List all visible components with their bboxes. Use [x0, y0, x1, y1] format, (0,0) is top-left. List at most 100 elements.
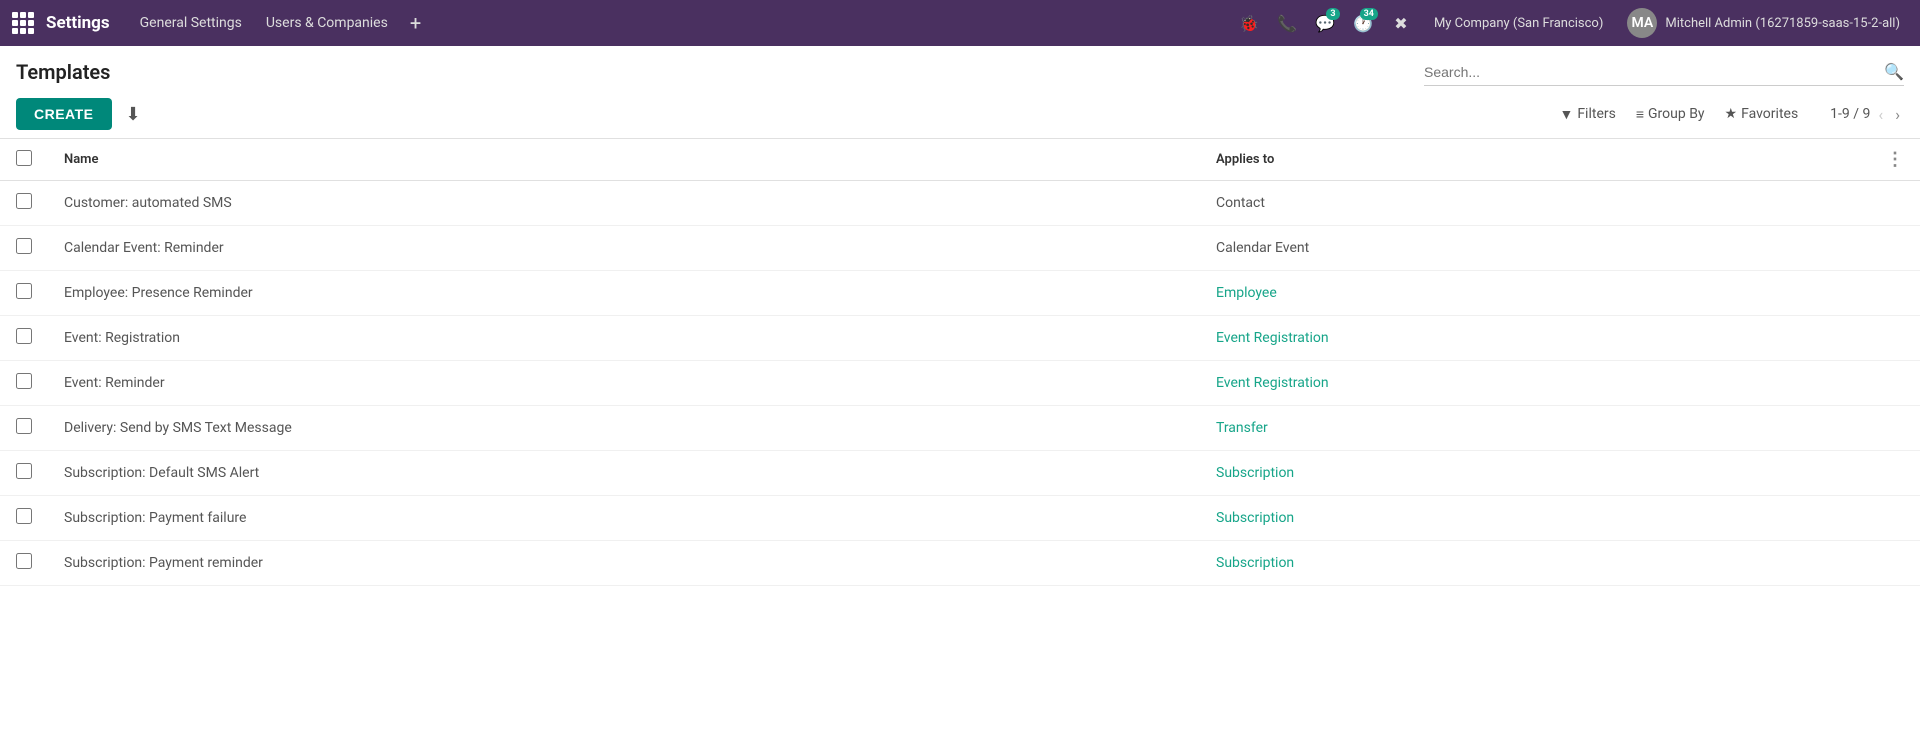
row-checkbox-cell — [0, 226, 48, 271]
bug-icon-button[interactable]: 🐞 — [1232, 6, 1266, 40]
name-header: Name — [48, 139, 1200, 181]
row-applies-5: Transfer — [1200, 406, 1870, 451]
row-checkbox-cell — [0, 316, 48, 361]
pagination-prev[interactable]: ‹ — [1874, 103, 1887, 126]
row-checkbox-cell — [0, 406, 48, 451]
row-menu-2 — [1870, 271, 1920, 316]
filter-icon: ▼ — [1559, 106, 1573, 123]
row-checkbox-5[interactable] — [16, 418, 32, 434]
row-applies-7: Subscription — [1200, 496, 1870, 541]
pagination-range: 1-9 / 9 — [1830, 106, 1870, 122]
row-name-4: Event: Reminder — [48, 361, 1200, 406]
row-menu-0 — [1870, 181, 1920, 226]
row-menu-1 — [1870, 226, 1920, 271]
page-title: Templates — [16, 60, 1412, 84]
row-checkbox-2[interactable] — [16, 283, 32, 299]
row-checkbox-8[interactable] — [16, 553, 32, 569]
groupby-button[interactable]: ≡ Group By — [1628, 102, 1713, 127]
row-applies-3: Event Registration — [1200, 316, 1870, 361]
table-row[interactable]: Employee: Presence Reminder Employee — [0, 271, 1920, 316]
bug-icon: 🐞 — [1239, 14, 1259, 33]
row-name-5: Delivery: Send by SMS Text Message — [48, 406, 1200, 451]
row-name-1: Calendar Event: Reminder — [48, 226, 1200, 271]
search-icon[interactable]: 🔍 — [1884, 62, 1904, 81]
row-checkbox-cell — [0, 496, 48, 541]
table-row[interactable]: Subscription: Payment reminder Subscript… — [0, 541, 1920, 586]
general-settings-link[interactable]: General Settings — [130, 11, 252, 35]
table-row[interactable]: Subscription: Default SMS Alert Subscrip… — [0, 451, 1920, 496]
filters-label: Filters — [1577, 106, 1616, 122]
users-companies-link[interactable]: Users & Companies — [256, 11, 398, 35]
row-name-2: Employee: Presence Reminder — [48, 271, 1200, 316]
row-checkbox-cell — [0, 181, 48, 226]
row-name-8: Subscription: Payment reminder — [48, 541, 1200, 586]
row-applies-1: Calendar Event — [1200, 226, 1870, 271]
row-applies-8: Subscription — [1200, 541, 1870, 586]
table-row[interactable]: Customer: automated SMS Contact — [0, 181, 1920, 226]
table-row[interactable]: Event: Registration Event Registration — [0, 316, 1920, 361]
subtoolbar: CREATE ⬇ ▼ Filters ≡ Group By ★ Favorite… — [0, 94, 1920, 138]
table-row[interactable]: Calendar Event: Reminder Calendar Event — [0, 226, 1920, 271]
select-all-header — [0, 139, 48, 181]
row-checkbox-3[interactable] — [16, 328, 32, 344]
table-row[interactable]: Event: Reminder Event Registration — [0, 361, 1920, 406]
row-checkbox-cell — [0, 451, 48, 496]
search-input[interactable] — [1424, 64, 1884, 80]
wrench-icon-button[interactable]: ✖ — [1384, 6, 1418, 40]
select-all-checkbox[interactable] — [16, 150, 32, 166]
table-row[interactable]: Subscription: Payment failure Subscripti… — [0, 496, 1920, 541]
table-header: Name Applies to ⋮ — [0, 139, 1920, 181]
chat-icon-button[interactable]: 💬 3 — [1308, 6, 1342, 40]
app-grid-icon[interactable] — [12, 12, 34, 34]
row-checkbox-7[interactable] — [16, 508, 32, 524]
toolbar: Templates 🔍 — [0, 46, 1920, 94]
pagination-next[interactable]: › — [1891, 103, 1904, 126]
user-name-label: Mitchell Admin (16271859-saas-15-2-all) — [1665, 16, 1900, 31]
avatar-initials: MA — [1632, 15, 1654, 31]
avatar: MA — [1627, 8, 1657, 38]
groupby-label: Group By — [1648, 106, 1705, 122]
row-checkbox-cell — [0, 541, 48, 586]
row-menu-6 — [1870, 451, 1920, 496]
user-menu[interactable]: MA Mitchell Admin (16271859-saas-15-2-al… — [1619, 4, 1908, 42]
filter-group: ▼ Filters ≡ Group By ★ Favorites — [1551, 102, 1806, 127]
row-name-7: Subscription: Payment failure — [48, 496, 1200, 541]
add-menu-button[interactable]: + — [402, 9, 429, 37]
topnav-icons: 🐞 📞 💬 3 🕐 34 ✖ — [1232, 6, 1418, 40]
menu-header: ⋮ — [1870, 139, 1920, 181]
row-applies-6: Subscription — [1200, 451, 1870, 496]
row-name-6: Subscription: Default SMS Alert — [48, 451, 1200, 496]
favorites-label: Favorites — [1741, 106, 1798, 122]
row-checkbox-4[interactable] — [16, 373, 32, 389]
row-applies-4: Event Registration — [1200, 361, 1870, 406]
table-row[interactable]: Delivery: Send by SMS Text Message Trans… — [0, 406, 1920, 451]
row-checkbox-6[interactable] — [16, 463, 32, 479]
row-name-3: Event: Registration — [48, 316, 1200, 361]
row-applies-2: Employee — [1200, 271, 1870, 316]
create-button[interactable]: CREATE — [16, 98, 112, 130]
row-menu-4 — [1870, 361, 1920, 406]
wrench-icon: ✖ — [1394, 14, 1407, 33]
topnav: Settings General Settings Users & Compan… — [0, 0, 1920, 46]
phone-icon: 📞 — [1277, 14, 1297, 33]
row-menu-8 — [1870, 541, 1920, 586]
row-menu-7 — [1870, 496, 1920, 541]
applies-to-header: Applies to — [1200, 139, 1870, 181]
clock-badge: 34 — [1360, 8, 1378, 20]
header-kebab-icon[interactable]: ⋮ — [1886, 149, 1904, 170]
templates-table-container: Name Applies to ⋮ Customer: automated SM… — [0, 138, 1920, 586]
filters-button[interactable]: ▼ Filters — [1551, 102, 1623, 127]
row-menu-3 — [1870, 316, 1920, 361]
row-checkbox-cell — [0, 361, 48, 406]
row-checkbox-cell — [0, 271, 48, 316]
clock-icon-button[interactable]: 🕐 34 — [1346, 6, 1380, 40]
chat-badge: 3 — [1326, 8, 1340, 20]
row-applies-0: Contact — [1200, 181, 1870, 226]
pagination: 1-9 / 9 ‹ › — [1830, 103, 1904, 126]
row-checkbox-0[interactable] — [16, 193, 32, 209]
import-icon[interactable]: ⬇ — [120, 100, 147, 129]
row-name-0: Customer: automated SMS — [48, 181, 1200, 226]
phone-icon-button[interactable]: 📞 — [1270, 6, 1304, 40]
row-checkbox-1[interactable] — [16, 238, 32, 254]
favorites-button[interactable]: ★ Favorites — [1717, 102, 1807, 126]
